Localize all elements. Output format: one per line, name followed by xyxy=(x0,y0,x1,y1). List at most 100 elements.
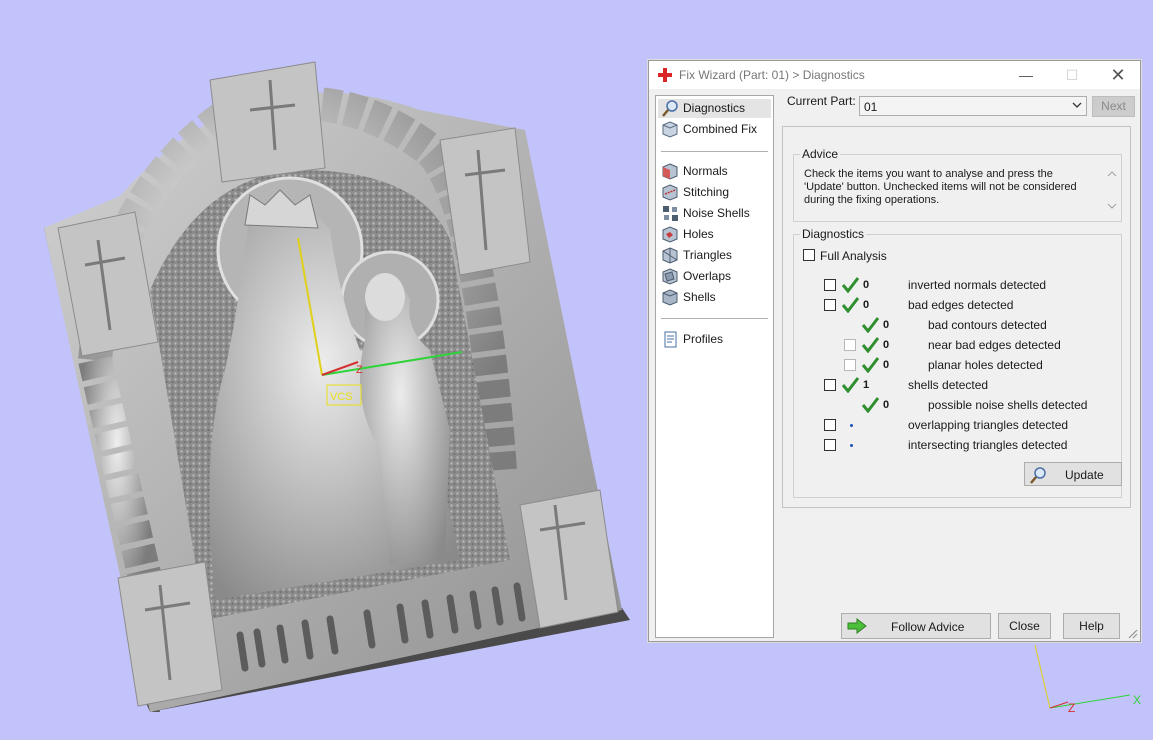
overlaps-cube-icon xyxy=(662,268,678,285)
nav-item-label: Holes xyxy=(683,227,714,241)
row-count: 0 xyxy=(883,339,890,351)
update-label: Update xyxy=(1065,468,1104,482)
nav-item-label: Shells xyxy=(683,290,716,304)
wizard-nav: Diagnostics Combined Fix Normals Stitchi… xyxy=(655,95,774,638)
vcs-z-label: Z xyxy=(356,364,363,376)
shells-checkbox[interactable] xyxy=(824,379,836,391)
row-label: planar holes detected xyxy=(928,358,1043,372)
noise-shells-icon xyxy=(663,206,678,221)
checkmark-icon xyxy=(841,277,859,293)
nav-item-label: Triangles xyxy=(683,248,732,262)
vcs-label: VCS xyxy=(330,391,353,403)
wcs-indicator: Z X xyxy=(1034,644,1141,715)
nav-item-profiles[interactable]: Profiles xyxy=(658,330,771,349)
checkmark-icon xyxy=(861,357,879,373)
maximize-button[interactable]: ☐ xyxy=(1049,61,1095,89)
row-count: 0 xyxy=(883,399,890,411)
wcs-x-label: X xyxy=(1133,693,1141,707)
nav-item-label: Normals xyxy=(683,164,728,178)
normals-cube-icon xyxy=(662,163,678,180)
checkmark-icon xyxy=(841,377,859,393)
row-count: 0 xyxy=(863,299,870,311)
wcs-z-label: Z xyxy=(1068,701,1075,715)
fix-wizard-dialog: Fix Wizard (Part: 01) > Diagnostics — ☐ … xyxy=(648,60,1141,642)
follow-advice-button[interactable]: Follow Advice xyxy=(841,613,991,639)
nav-item-label: Combined Fix xyxy=(683,122,758,136)
update-button[interactable]: Update xyxy=(1024,462,1122,486)
triangles-cube-icon xyxy=(662,247,678,264)
nav-item-normals[interactable]: Normals xyxy=(658,162,771,181)
document-icon xyxy=(664,331,677,348)
advice-text: Check the items you want to analyse and … xyxy=(804,168,1077,206)
nav-item-overlaps[interactable]: Overlaps xyxy=(658,267,771,286)
magnifier-icon xyxy=(662,100,678,117)
nav-item-triangles[interactable]: Triangles xyxy=(658,246,771,265)
checkmark-icon xyxy=(861,397,879,413)
next-button[interactable]: Next xyxy=(1092,96,1135,117)
nav-item-combined-fix[interactable]: Combined Fix xyxy=(658,120,771,139)
advice-group: Advice Check the items you want to analy… xyxy=(793,147,1122,222)
close-button[interactable]: Close xyxy=(998,613,1051,639)
planar-holes-checkbox[interactable] xyxy=(844,359,856,371)
row-count: 0 xyxy=(883,359,890,371)
overlapping-triangles-checkbox[interactable] xyxy=(824,419,836,431)
near-bad-edges-checkbox[interactable] xyxy=(844,339,856,351)
help-button[interactable]: Help xyxy=(1063,613,1120,639)
nav-item-stitching[interactable]: Stitching xyxy=(658,183,771,202)
intersecting-triangles-checkbox[interactable] xyxy=(824,439,836,451)
full-analysis-checkbox[interactable] xyxy=(803,249,815,261)
nav-item-label: Diagnostics xyxy=(683,101,746,115)
row-label: bad contours detected xyxy=(928,318,1047,332)
current-part-value: 01 xyxy=(864,100,878,114)
checkmark-icon xyxy=(841,297,859,313)
3d-viewport[interactable]: VCS Z xyxy=(0,0,640,740)
row-label: shells detected xyxy=(908,378,989,392)
advice-scrollbar[interactable] xyxy=(1106,167,1118,215)
row-label: overlapping triangles detected xyxy=(908,418,1069,432)
diagnostics-legend: Diagnostics xyxy=(800,227,867,241)
diagnostics-group: Diagnostics Full Analysis 0 inverted nor… xyxy=(793,227,1122,498)
checkmark-icon xyxy=(861,337,879,353)
nav-item-label: Overlaps xyxy=(683,269,732,283)
holes-cube-icon xyxy=(662,226,678,243)
pending-dot-icon xyxy=(850,444,853,447)
nav-item-holes[interactable]: Holes xyxy=(658,225,771,244)
row-count: 0 xyxy=(863,279,870,291)
nav-item-label: Stitching xyxy=(683,185,730,199)
arrow-right-icon xyxy=(847,618,867,634)
child-head xyxy=(365,273,405,321)
title-bar[interactable]: Fix Wizard (Part: 01) > Diagnostics — ☐ … xyxy=(649,61,1140,89)
resize-grip-icon[interactable] xyxy=(1128,629,1138,639)
nav-separator xyxy=(661,151,768,152)
row-label: bad edges detected xyxy=(908,298,1014,312)
current-part-select[interactable]: 01 xyxy=(859,96,1087,116)
row-label: inverted normals detected xyxy=(908,278,1047,292)
minimize-button[interactable]: — xyxy=(1003,61,1049,89)
dialog-title: Fix Wizard (Part: 01) > Diagnostics xyxy=(679,68,865,82)
full-analysis-label: Full Analysis xyxy=(820,249,887,263)
advice-legend: Advice xyxy=(800,147,841,161)
nav-item-label: Noise Shells xyxy=(683,206,750,220)
shells-cube-icon xyxy=(662,289,678,306)
row-label: intersecting triangles detected xyxy=(908,438,1068,452)
checkmark-icon xyxy=(861,317,879,333)
chevron-down-icon xyxy=(1072,102,1082,108)
current-part-label: Current Part: xyxy=(787,94,856,108)
nav-item-diagnostics[interactable]: Diagnostics xyxy=(658,99,771,118)
nav-item-noise-shells[interactable]: Noise Shells xyxy=(658,204,771,223)
nav-item-shells[interactable]: Shells xyxy=(658,288,771,307)
diagnostics-panel: Advice Check the items you want to analy… xyxy=(782,126,1131,508)
magnifier-icon xyxy=(1030,467,1046,484)
row-count: 0 xyxy=(883,319,890,331)
inverted-normals-checkbox[interactable] xyxy=(824,279,836,291)
stitching-cube-icon xyxy=(662,184,678,201)
red-cross-icon xyxy=(658,68,672,82)
nav-separator xyxy=(661,318,768,319)
pending-dot-icon xyxy=(850,424,853,427)
row-label: possible noise shells detected xyxy=(928,398,1088,412)
close-window-button[interactable]: ✕ xyxy=(1095,61,1141,89)
nav-item-label: Profiles xyxy=(683,332,724,346)
bad-edges-checkbox[interactable] xyxy=(824,299,836,311)
cube-icon xyxy=(662,121,678,138)
follow-advice-label: Follow Advice xyxy=(891,620,965,634)
